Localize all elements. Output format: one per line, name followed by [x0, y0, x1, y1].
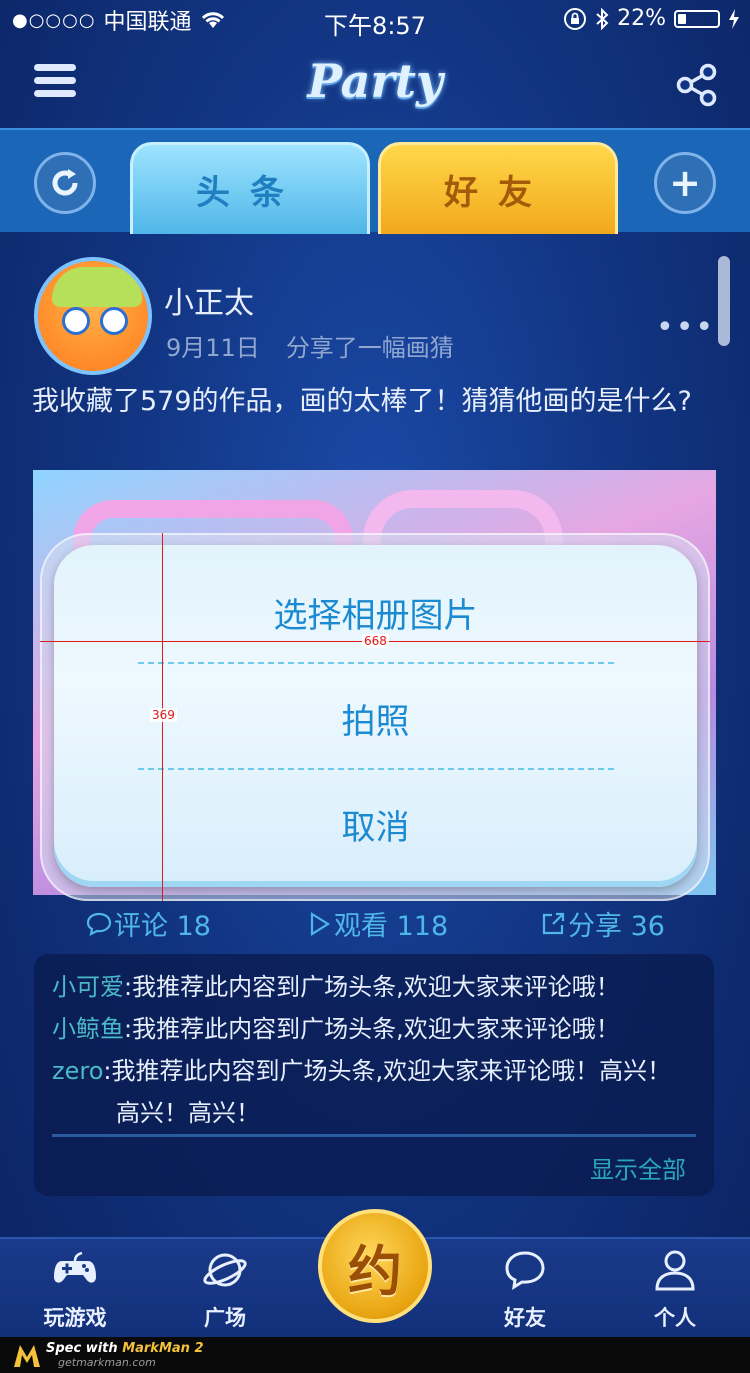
divider [138, 662, 614, 664]
spec-height-label: 369 [150, 708, 177, 722]
photo-source-dialog: 选择相册图片 拍照 取消 668 369 [0, 0, 750, 1373]
cancel-button[interactable]: 取消 [54, 771, 697, 877]
divider [138, 768, 614, 770]
spec-width-label: 668 [362, 634, 389, 648]
choose-album-photo-button[interactable]: 选择相册图片 [54, 559, 697, 665]
